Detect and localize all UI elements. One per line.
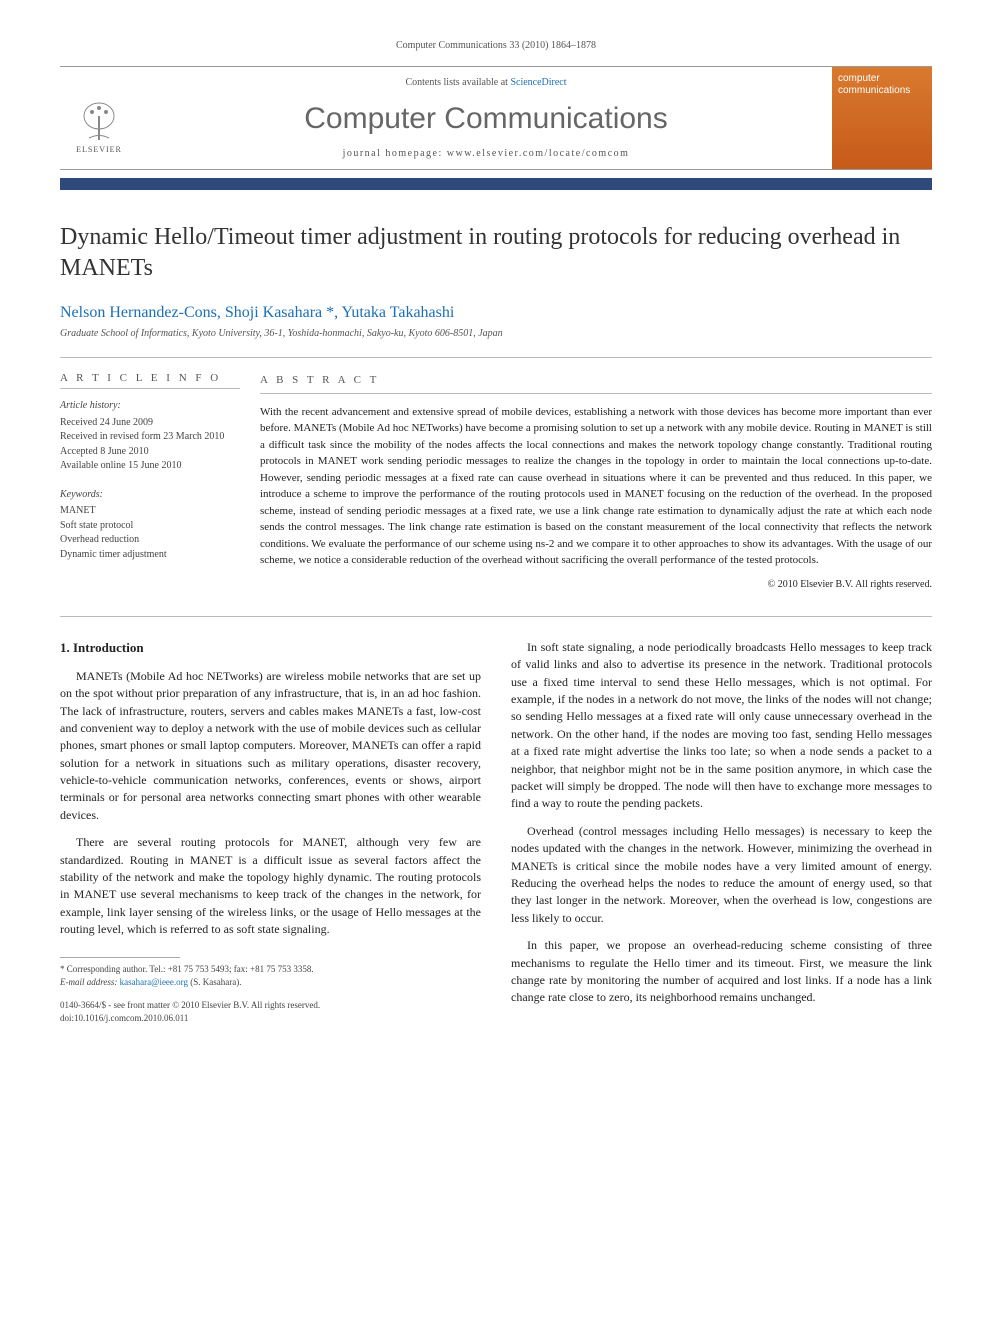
divider	[60, 616, 932, 617]
keyword: Dynamic timer adjustment	[60, 548, 240, 563]
elsevier-logo: ELSEVIER	[64, 91, 134, 161]
banner-center: Contents lists available at ScienceDirec…	[140, 67, 832, 169]
contents-line: Contents lists available at ScienceDirec…	[140, 77, 832, 88]
affiliation: Graduate School of Informatics, Kyoto Un…	[60, 328, 932, 339]
keywords-title: Keywords:	[60, 488, 240, 503]
history-line: Received in revised form 23 March 2010	[60, 430, 240, 445]
front-matter-line: 0140-3664/$ - see front matter © 2010 El…	[60, 999, 481, 1012]
elsevier-logo-text: ELSEVIER	[76, 145, 122, 154]
article-title: Dynamic Hello/Timeout timer adjustment i…	[60, 222, 932, 284]
email-link[interactable]: kasahara@ieee.org	[120, 977, 188, 987]
homepage-url: www.elsevier.com/locate/comcom	[447, 148, 630, 159]
authors-line: Nelson Hernandez-Cons, Shoji Kasahara *,…	[60, 304, 932, 322]
body-paragraph: There are several routing protocols for …	[60, 834, 481, 938]
article-info-label: A R T I C L E I N F O	[60, 372, 240, 389]
keyword: MANET	[60, 504, 240, 519]
sciencedirect-link[interactable]: ScienceDirect	[510, 77, 566, 88]
publisher-logo-box: ELSEVIER	[60, 67, 140, 169]
journal-banner: ELSEVIER Contents lists available at Sci…	[60, 66, 932, 170]
info-abstract-row: A R T I C L E I N F O Article history: R…	[60, 357, 932, 592]
email-line: E-mail address: kasahara@ieee.org (S. Ka…	[60, 976, 481, 989]
contents-prefix: Contents lists available at	[405, 77, 510, 88]
journal-name: Computer Communications	[140, 102, 832, 136]
cover-title: computer communications	[838, 73, 926, 97]
keyword: Overhead reduction	[60, 533, 240, 548]
doi-line: doi:10.1016/j.comcom.2010.06.011	[60, 1012, 481, 1025]
body-two-column: 1. Introduction MANETs (Mobile Ad hoc NE…	[60, 639, 932, 1025]
body-column-left: 1. Introduction MANETs (Mobile Ad hoc NE…	[60, 639, 481, 1025]
abstract-column: A B S T R A C T With the recent advancem…	[260, 372, 932, 592]
body-paragraph: Overhead (control messages including Hel…	[511, 823, 932, 927]
page-header-citation: Computer Communications 33 (2010) 1864–1…	[60, 40, 932, 51]
history-line: Accepted 8 June 2010	[60, 445, 240, 460]
body-paragraph: In soft state signaling, a node periodic…	[511, 639, 932, 813]
article-history-block: Article history: Received 24 June 2009 R…	[60, 399, 240, 474]
body-column-right: In soft state signaling, a node periodic…	[511, 639, 932, 1025]
journal-homepage: journal homepage: www.elsevier.com/locat…	[140, 148, 832, 159]
homepage-prefix: journal homepage:	[343, 148, 447, 159]
history-line: Available online 15 June 2010	[60, 459, 240, 474]
email-label: E-mail address:	[60, 977, 120, 987]
abstract-text: With the recent advancement and extensiv…	[260, 404, 932, 569]
history-line: Received 24 June 2009	[60, 416, 240, 431]
abstract-copyright: © 2010 Elsevier B.V. All rights reserved…	[260, 577, 932, 592]
corresponding-line: * Corresponding author. Tel.: +81 75 753…	[60, 963, 481, 976]
keywords-block: Keywords: MANET Soft state protocol Over…	[60, 488, 240, 563]
abstract-label: A B S T R A C T	[260, 372, 932, 394]
history-title: Article history:	[60, 399, 240, 414]
article-info-column: A R T I C L E I N F O Article history: R…	[60, 372, 260, 592]
doi-block: 0140-3664/$ - see front matter © 2010 El…	[60, 999, 481, 1025]
color-bar	[60, 178, 932, 190]
elsevier-tree-icon	[74, 98, 124, 143]
section-heading-intro: 1. Introduction	[60, 639, 481, 658]
corresponding-footnote: * Corresponding author. Tel.: +81 75 753…	[60, 963, 481, 989]
body-paragraph: MANETs (Mobile Ad hoc NETworks) are wire…	[60, 668, 481, 825]
keyword: Soft state protocol	[60, 519, 240, 534]
body-paragraph: In this paper, we propose an overhead-re…	[511, 937, 932, 1007]
footnote-rule	[60, 957, 180, 958]
email-suffix: (S. Kasahara).	[188, 977, 241, 987]
author-link[interactable]: Nelson Hernandez-Cons, Shoji Kasahara *,…	[60, 304, 454, 321]
journal-cover-thumb: computer communications	[832, 67, 932, 169]
